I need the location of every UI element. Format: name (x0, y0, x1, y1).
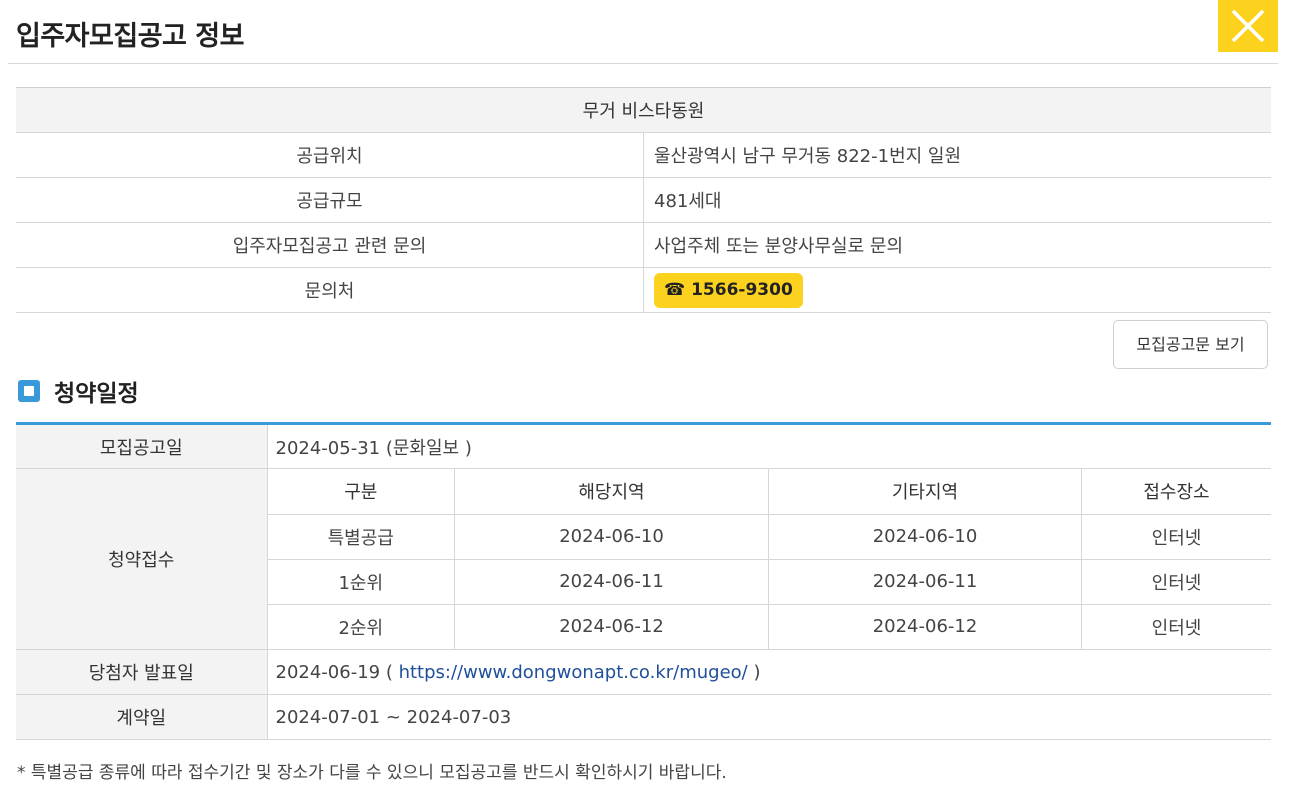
table-cell: 1순위 (267, 559, 455, 605)
info-value: ☎ 1566-9300 (643, 267, 1271, 313)
table-cell: 2순위 (267, 604, 455, 649)
column-header: 접수장소 (1081, 469, 1271, 515)
schedule-label: 모집공고일 (16, 423, 268, 469)
info-label: 공급규모 (16, 177, 644, 223)
info-value: 사업주체 또는 분양사무실로 문의 (643, 222, 1271, 268)
column-header: 해당지역 (454, 469, 769, 515)
footnote: * 특별공급 종류에 따라 접수기간 및 장소가 다를 수 있으니 모집공고를 … (17, 763, 727, 783)
close-button[interactable] (1218, 0, 1278, 52)
notice-date-row: 모집공고일 2024-05-31 (문화일보 ) (16, 423, 1271, 469)
schedule-label: 계약일 (16, 694, 268, 740)
table-cell: 2024-06-12 (768, 604, 1082, 649)
info-row-contact: 문의처 ☎ 1566-9300 (16, 267, 1271, 313)
modal-header: 입주자모집공고 정보 (8, 0, 1278, 64)
table-row: 특별공급 2024-06-10 2024-06-10 인터넷 (267, 514, 1271, 560)
column-header: 기타지역 (768, 469, 1082, 515)
info-value: 울산광역시 남구 무거동 822-1번지 일원 (643, 132, 1271, 178)
table-row: 1순위 2024-06-11 2024-06-11 인터넷 (267, 559, 1271, 605)
section-title: 청약일정 (54, 381, 139, 407)
winner-date-row: 당첨자 발표일 2024-06-19 ( https://www.dongwon… (16, 649, 1271, 695)
schedule-table: 모집공고일 2024-05-31 (문화일보 ) 청약접수 구분 해당지역 기타… (16, 422, 1271, 740)
info-row-inquiry: 입주자모집공고 관련 문의 사업주체 또는 분양사무실로 문의 (16, 222, 1271, 268)
table-cell: 2024-06-10 (454, 514, 769, 560)
application-row: 청약접수 구분 해당지역 기타지역 접수장소 특별공급 2024-06-10 2… (16, 468, 1272, 650)
table-cell: 특별공급 (267, 514, 455, 560)
view-notice-button[interactable]: 모집공고문 보기 (1113, 320, 1268, 369)
winner-url-link[interactable]: https://www.dongwonapt.co.kr/mugeo/ (399, 662, 748, 683)
column-header: 구분 (267, 469, 455, 515)
schedule-value: 2024-06-19 ( https://www.dongwonapt.co.k… (267, 649, 1271, 695)
table-cell: 인터넷 (1081, 559, 1271, 605)
winner-date: 2024-06-19 ( (275, 661, 393, 683)
application-detail: 구분 해당지역 기타지역 접수장소 특별공급 2024-06-10 2024-0… (267, 468, 1272, 650)
info-label: 입주자모집공고 관련 문의 (16, 222, 644, 268)
table-cell: 2024-06-10 (768, 514, 1082, 560)
complex-name: 무거 비스타동원 (16, 87, 1271, 133)
application-subtable: 구분 해당지역 기타지역 접수장소 특별공급 2024-06-10 2024-0… (267, 469, 1272, 649)
table-cell: 인터넷 (1151, 617, 1202, 639)
table-row: 2순위 2024-06-12 2024-06-12 인터넷 (267, 604, 1272, 649)
contract-date-row: 계약일 2024-07-01 ~ 2024-07-03 (16, 694, 1271, 740)
winner-date-close: ) (753, 661, 761, 683)
square-bullet-icon (18, 380, 40, 402)
table-cell: 2024-06-11 (454, 559, 769, 605)
table-cell: 2024-06-12 (454, 604, 769, 649)
close-icon (1231, 9, 1265, 43)
info-label: 문의처 (16, 267, 644, 313)
schedule-value: 2024-07-01 ~ 2024-07-03 (267, 694, 1271, 740)
complex-name-row: 무거 비스타동원 (16, 87, 1271, 133)
info-label: 공급위치 (16, 132, 644, 178)
info-row-scale: 공급규모 481세대 (16, 177, 1271, 223)
schedule-label: 당첨자 발표일 (16, 649, 268, 695)
phone-button[interactable]: ☎ 1566-9300 (654, 272, 803, 308)
supply-info-table: 무거 비스타동원 공급위치 울산광역시 남구 무거동 822-1번지 일원 공급… (16, 87, 1271, 313)
modal-title: 입주자모집공고 정보 (16, 21, 244, 52)
schedule-value: 2024-05-31 (문화일보 ) (267, 423, 1271, 469)
info-row-location: 공급위치 울산광역시 남구 무거동 822-1번지 일원 (16, 132, 1271, 178)
subtable-header-row: 구분 해당지역 기타지역 접수장소 (267, 469, 1271, 515)
schedule-label: 청약접수 (16, 468, 268, 650)
table-cell: 인터넷 (1081, 514, 1271, 560)
info-value: 481세대 (643, 177, 1271, 223)
table-cell: 2024-06-11 (768, 559, 1082, 605)
